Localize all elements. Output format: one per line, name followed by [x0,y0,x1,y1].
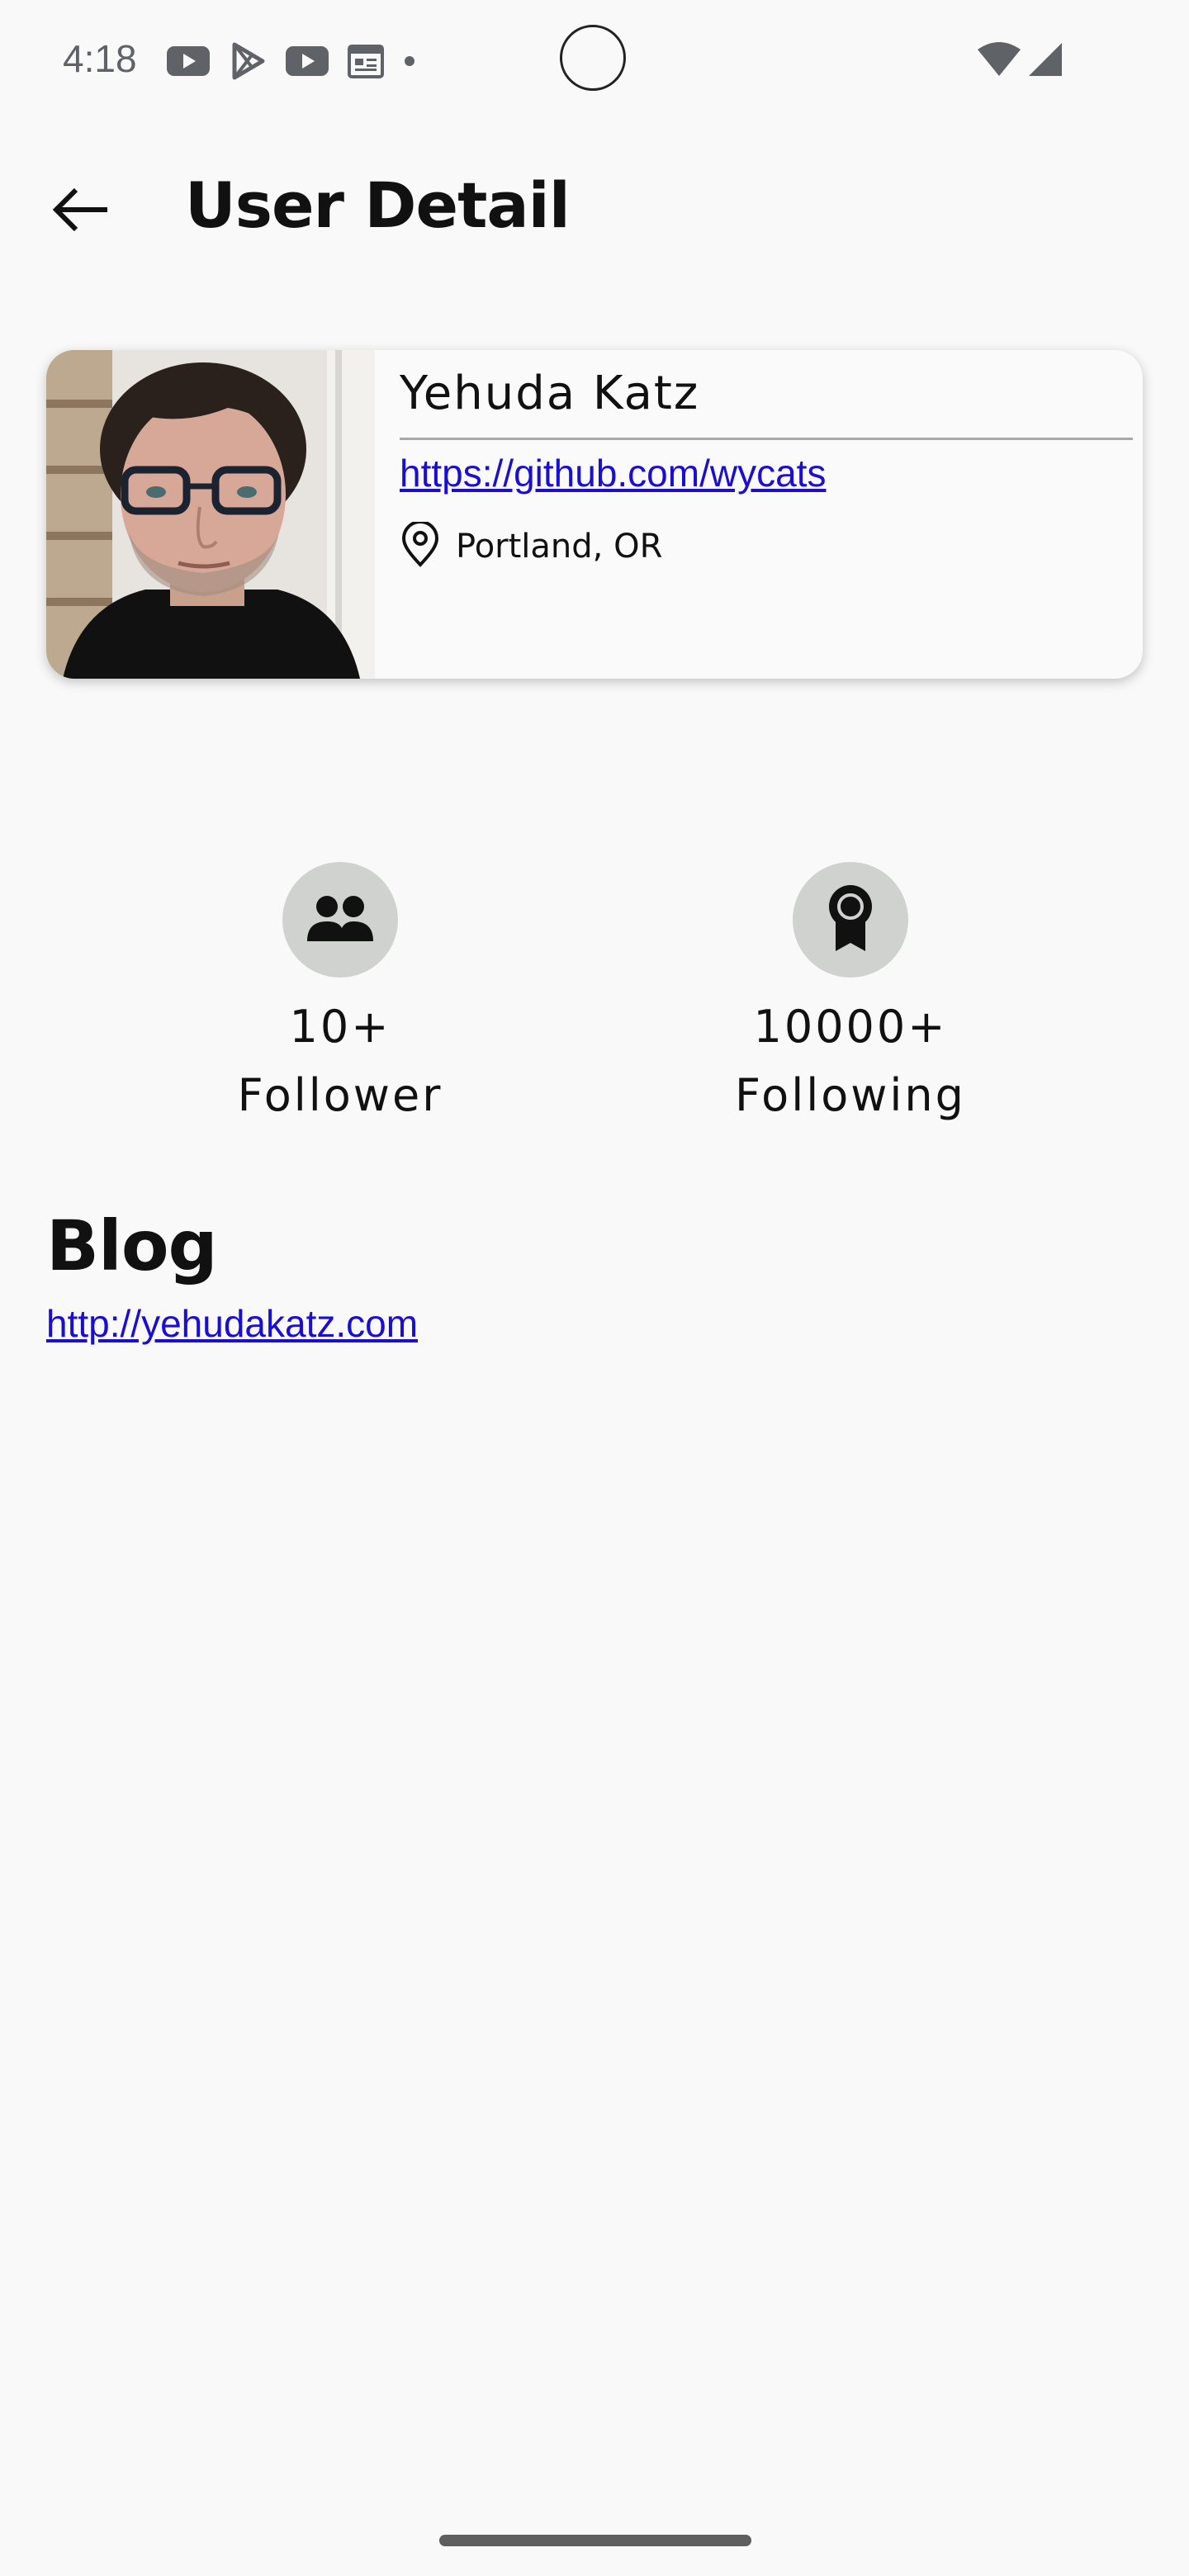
followers-count: 10+ [289,1001,391,1053]
award-badge-icon [826,883,875,956]
dot-icon [401,53,418,69]
profile-url-link[interactable]: https://github.com/wycats [400,451,826,495]
play-store-icon [228,41,268,81]
signal-icon [1026,41,1065,81]
followers-stat[interactable]: 10+ Follower [175,862,505,1133]
following-count: 10000+ [753,1001,948,1053]
youtube-icon [165,43,211,79]
blog-heading: Blog [46,1205,218,1286]
following-icon-circle [793,862,908,978]
gesture-navigation-bar[interactable] [439,2535,751,2546]
people-icon [306,893,375,946]
back-button[interactable] [41,182,121,241]
location-text: Portland, OR [456,528,663,566]
status-bar: 4:18 [0,0,1189,119]
avatar [46,350,375,679]
location-pin-icon [400,520,441,571]
following-label: Following [735,1069,966,1121]
arrow-back-icon [51,187,111,236]
youtube-icon [284,43,330,79]
followers-label: Follower [237,1069,443,1121]
wifi-icon [976,41,1022,81]
calendar-icon [347,42,385,80]
following-stat[interactable]: 10000+ Following [685,862,1016,1133]
user-name: Yehuda Katz [400,367,700,420]
notification-icons [165,41,418,81]
blog-url-link[interactable]: http://yehudakatz.com [46,1301,418,1346]
profile-card: Yehuda Katz https://github.com/wycats Po… [46,350,1143,679]
location-row: Portland, OR [400,520,663,571]
followers-icon-circle [282,862,398,978]
page-title: User Detail [185,168,571,242]
status-time: 4:18 [63,37,137,80]
system-icons [976,41,1065,81]
app-bar: User Detail [0,157,1189,264]
camera-cutout [560,25,626,91]
divider [400,438,1133,440]
